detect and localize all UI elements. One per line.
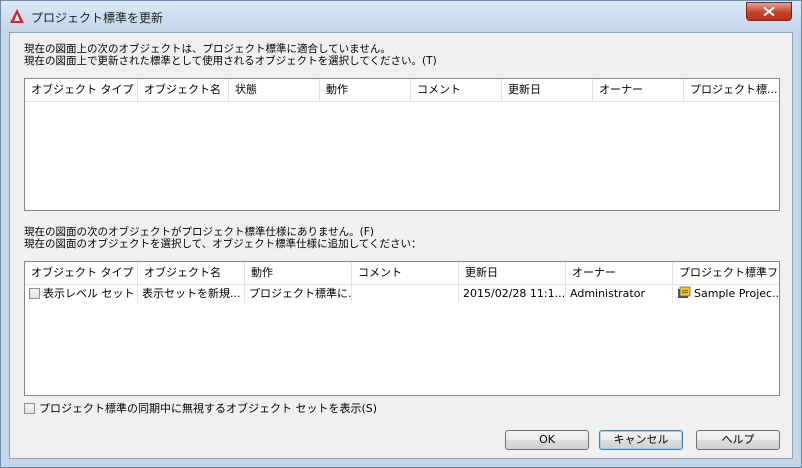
close-icon	[763, 7, 775, 16]
column-header-owner[interactable]: オーナー	[593, 79, 684, 101]
column-header-object-type[interactable]: オブジェクト タイプ	[25, 262, 138, 284]
section2-message: 現在の図面の次のオブジェクトがプロジェクト標準仕様にありません。(F) 現在の図…	[24, 226, 422, 250]
nonconforming-objects-list[interactable]: オブジェクト タイプ オブジェクト名 状態 動作 コメント 更新日 オーナー プ…	[24, 78, 780, 211]
column-header-action[interactable]: 動作	[245, 262, 352, 284]
column-header-owner[interactable]: オーナー	[566, 262, 673, 284]
object-type-text: 表示レベル セット	[43, 287, 135, 300]
column-label: オブジェクト タイプ	[31, 266, 134, 279]
cell-object-name: 表示セットを新規...	[138, 285, 245, 303]
column-header-action[interactable]: 動作	[320, 79, 411, 101]
help-button[interactable]: ヘルプ	[696, 430, 780, 450]
section1-message-line2: 現在の図面上で更新された標準として使用されるオブジェクトを選択してください。(T…	[24, 55, 437, 67]
section2-message-line2: 現在の図面のオブジェクトを選択して、オブジェクト標準仕様に追加してください：	[24, 238, 422, 250]
column-header-standards-file[interactable]: プロジェクト標準フ...	[673, 262, 779, 284]
cell-object-type: 表示レベル セット	[25, 285, 138, 303]
section2-message-line1: 現在の図面の次のオブジェクトがプロジェクト標準仕様にありません。(F)	[24, 226, 374, 238]
column-header-object-type[interactable]: オブジェクト タイプ	[25, 79, 138, 101]
show-ignored-checkbox[interactable]	[24, 403, 35, 414]
update-project-standards-dialog: プロジェクト標準を更新 現在の図面上の次のオブジェクトは、プロジェクト標準に適合…	[0, 0, 802, 468]
row-checkbox[interactable]	[29, 288, 40, 299]
column-header-project-standards[interactable]: プロジェクト標...	[684, 79, 779, 101]
list-header: オブジェクト タイプ オブジェクト名 動作 コメント 更新日 オーナー プロジェ…	[25, 262, 779, 285]
column-header-modified[interactable]: 更新日	[459, 262, 566, 284]
table-row[interactable]: 表示レベル セット 表示セットを新規... プロジェクト標準に... 2015/…	[25, 285, 779, 303]
cell-comment	[352, 285, 459, 303]
section1-message-line1: 現在の図面上の次のオブジェクトは、プロジェクト標準に適合していません。	[24, 43, 391, 55]
column-label: オブジェクト タイプ	[31, 83, 134, 96]
show-ignored-label: プロジェクト標準の同期中に無視するオブジェクト セットを表示(S)	[39, 402, 378, 415]
column-header-object-name[interactable]: オブジェクト名	[138, 79, 229, 101]
cell-owner: Administrator	[566, 285, 673, 303]
column-header-comment[interactable]: コメント	[352, 262, 459, 284]
column-header-comment[interactable]: コメント	[411, 79, 502, 101]
column-header-object-name[interactable]: オブジェクト名	[138, 262, 245, 284]
cell-standards-file: Sample Projec...	[673, 285, 780, 303]
window-title: プロジェクト標準を更新	[31, 11, 164, 25]
close-button[interactable]	[746, 2, 792, 21]
section1-message: 現在の図面上の次のオブジェクトは、プロジェクト標準に適合していません。 現在の図…	[24, 43, 437, 67]
project-standards-icon	[677, 286, 691, 303]
dialog-body: 現在の図面上の次のオブジェクトは、プロジェクト標準に適合していません。 現在の図…	[9, 32, 793, 459]
cancel-button[interactable]: キャンセル	[599, 430, 683, 450]
column-header-modified[interactable]: 更新日	[502, 79, 593, 101]
ok-button[interactable]: OK	[505, 430, 589, 450]
show-ignored-option[interactable]: プロジェクト標準の同期中に無視するオブジェクト セットを表示(S)	[24, 402, 377, 416]
column-header-status[interactable]: 状態	[229, 79, 320, 101]
standards-file-text: Sample Projec...	[694, 287, 780, 300]
title-bar: プロジェクト標準を更新	[1, 1, 801, 31]
cell-modified: 2015/02/28 11:1...	[459, 285, 566, 303]
missing-objects-list[interactable]: オブジェクト タイプ オブジェクト名 動作 コメント 更新日 オーナー プロジェ…	[24, 261, 780, 396]
list-header: オブジェクト タイプ オブジェクト名 状態 動作 コメント 更新日 オーナー プ…	[25, 79, 779, 102]
autocad-app-icon	[9, 8, 25, 24]
cell-action: プロジェクト標準に...	[245, 285, 352, 303]
